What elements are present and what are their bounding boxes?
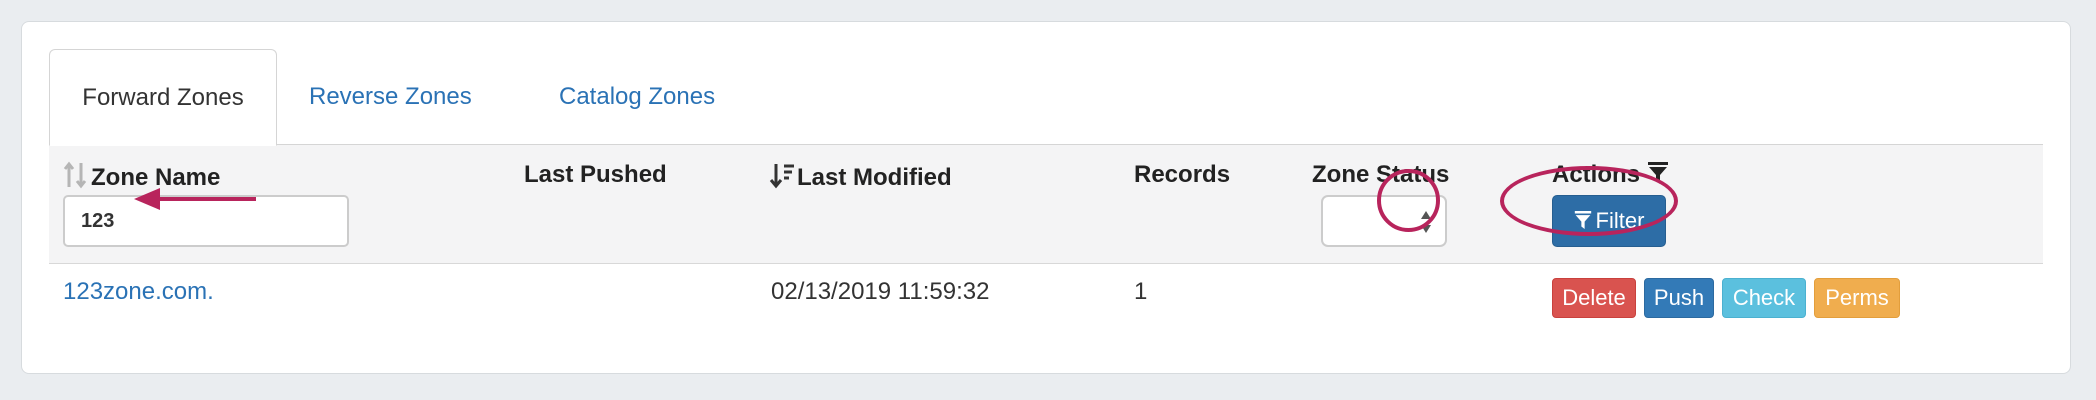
records-cell: 1 bbox=[1134, 278, 1148, 305]
header-zone-name[interactable]: Zone Name bbox=[63, 161, 220, 192]
header-actions-label: Actions bbox=[1552, 161, 1641, 188]
zone-name-cell: 123zone.com. bbox=[63, 278, 214, 306]
push-button[interactable]: Push bbox=[1644, 278, 1714, 318]
filter-button[interactable]: Filter bbox=[1552, 195, 1666, 247]
header-last-modified[interactable]: Last Modified bbox=[769, 161, 952, 192]
funnel-icon bbox=[1574, 211, 1591, 229]
delete-button[interactable]: Delete bbox=[1552, 278, 1636, 318]
zone-name-filter-input[interactable] bbox=[63, 195, 349, 247]
tab-forward-zones[interactable]: Forward Zones bbox=[49, 49, 277, 146]
tab-catalog-zones[interactable]: Catalog Zones bbox=[559, 49, 715, 145]
table-row: 123zone.com. 02/13/2019 11:59:32 1 Delet… bbox=[49, 264, 2043, 328]
check-button[interactable]: Check bbox=[1722, 278, 1806, 318]
funnel-icon[interactable] bbox=[1647, 161, 1669, 185]
filter-button-label: Filter bbox=[1595, 208, 1645, 233]
perms-button[interactable]: Perms bbox=[1814, 278, 1900, 318]
table-header: Zone Name Last Pushed Last Modified Reco… bbox=[49, 144, 2043, 264]
last-modified-cell: 02/13/2019 11:59:32 bbox=[771, 278, 990, 305]
header-zone-name-label: Zone Name bbox=[91, 164, 221, 191]
header-zone-status[interactable]: Zone Status bbox=[1312, 161, 1449, 189]
zones-panel: Forward Zones Reverse Zones Catalog Zone… bbox=[21, 21, 2071, 374]
sort-desc-icon[interactable] bbox=[769, 161, 795, 189]
zone-name-link[interactable]: 123zone.com. bbox=[63, 278, 214, 305]
sort-icon[interactable] bbox=[63, 161, 89, 189]
zone-status-select[interactable] bbox=[1321, 195, 1447, 247]
zone-tabs: Forward Zones Reverse Zones Catalog Zone… bbox=[49, 49, 2043, 146]
header-last-pushed[interactable]: Last Pushed bbox=[524, 161, 667, 189]
updown-arrows-icon bbox=[1421, 211, 1431, 233]
tab-reverse-zones[interactable]: Reverse Zones bbox=[309, 49, 472, 145]
header-actions: Actions bbox=[1552, 161, 1669, 189]
header-last-modified-label: Last Modified bbox=[797, 164, 952, 191]
header-records[interactable]: Records bbox=[1134, 161, 1230, 189]
